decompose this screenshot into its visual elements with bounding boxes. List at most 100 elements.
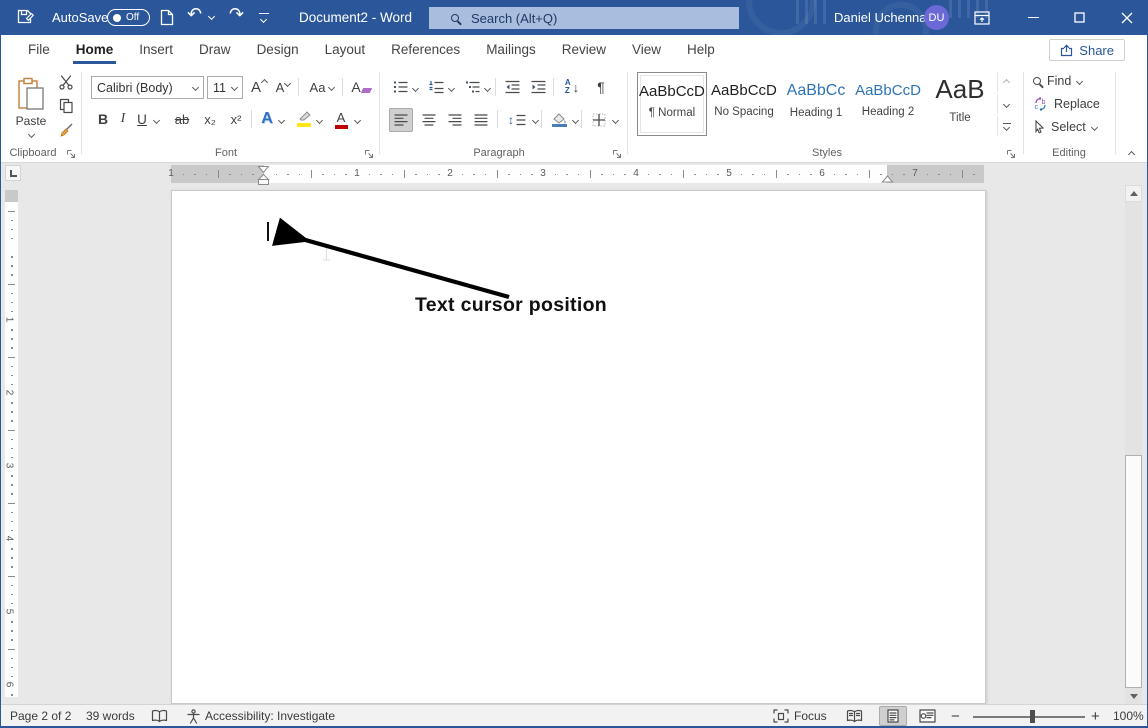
focus-button[interactable]: Focus (773, 705, 827, 727)
text-effects-button[interactable]: A (257, 108, 277, 130)
borders-button[interactable] (587, 108, 611, 132)
multilevel-dropdown-icon[interactable] (484, 85, 491, 92)
tab-view[interactable]: View (619, 35, 674, 64)
shading-button[interactable] (547, 108, 571, 132)
borders-dropdown-icon[interactable] (612, 117, 619, 124)
share-button[interactable]: Share (1049, 39, 1125, 61)
user-name[interactable]: Daniel Uchenna (834, 10, 927, 25)
sort-button[interactable]: A Z ↓ (559, 76, 585, 98)
horizontal-ruler[interactable]: 11234567 (1, 165, 1147, 183)
change-case-button[interactable]: Aa (304, 76, 340, 98)
minimize-button[interactable] (1011, 0, 1056, 35)
autosave-toggle[interactable]: Off (107, 9, 150, 26)
line-spacing-dropdown-icon[interactable] (532, 117, 539, 124)
font-color-dropdown-icon[interactable] (354, 117, 361, 124)
undo-dropdown-icon[interactable] (208, 13, 215, 20)
zoom-in-button[interactable]: + (1091, 705, 1100, 727)
grow-font-button[interactable]: A (248, 76, 270, 98)
accessibility-button[interactable]: Accessibility: Investigate (187, 705, 335, 727)
align-center-button[interactable] (417, 108, 441, 132)
tab-home[interactable]: Home (63, 35, 127, 64)
new-document-icon[interactable] (160, 9, 174, 26)
align-left-button[interactable] (389, 108, 413, 132)
font-dialog-launcher[interactable] (363, 148, 375, 160)
paste-button[interactable]: Paste (9, 70, 53, 144)
tab-mailings[interactable]: Mailings (473, 35, 549, 64)
select-button[interactable]: Select (1033, 118, 1097, 136)
tab-help[interactable]: Help (674, 35, 728, 64)
styles-gallery-more-button[interactable] (997, 116, 1015, 136)
print-layout-button[interactable] (879, 706, 907, 726)
vertical-ruler[interactable]: 123456 (4, 190, 19, 699)
numbering-button[interactable] (425, 76, 447, 98)
clipboard-dialog-launcher[interactable] (65, 148, 77, 160)
increase-indent-button[interactable] (527, 76, 549, 98)
style-card-heading1[interactable]: AaBbCc Heading 1 (781, 72, 851, 136)
page-indicator[interactable]: Page 2 of 2 (10, 705, 71, 727)
highlight-button[interactable] (293, 108, 315, 130)
read-mode-button[interactable] (846, 705, 863, 727)
styles-scroll-up-button[interactable] (997, 72, 1015, 92)
paragraph-dialog-launcher[interactable] (611, 148, 623, 160)
close-button[interactable] (1104, 0, 1148, 35)
proofing-status-button[interactable] (151, 705, 168, 727)
format-painter-button[interactable] (55, 120, 77, 140)
clear-formatting-button[interactable]: A (348, 76, 374, 98)
tab-review[interactable]: Review (549, 35, 619, 64)
align-right-button[interactable] (443, 108, 467, 132)
shrink-font-button[interactable]: A (272, 76, 294, 98)
style-card-normal[interactable]: AaBbCcDc ¶ Normal (637, 72, 707, 136)
font-color-button[interactable]: A (331, 108, 351, 130)
copy-button[interactable] (55, 96, 77, 116)
styles-dialog-launcher[interactable] (1005, 148, 1017, 160)
text-effects-dropdown-icon[interactable] (278, 117, 285, 124)
show-hide-pilcrow-button[interactable]: ¶ (591, 76, 611, 98)
maximize-button[interactable] (1057, 0, 1102, 35)
scrollbar-down-button[interactable] (1125, 688, 1142, 704)
avatar[interactable]: DU (924, 5, 949, 30)
zoom-slider-track[interactable] (973, 716, 1085, 718)
scrollbar-up-button[interactable] (1125, 185, 1142, 202)
more-commands-icon[interactable] (259, 13, 269, 14)
vertical-scrollbar-thumb[interactable] (1125, 455, 1142, 688)
redo-icon[interactable]: ↷ (229, 4, 244, 25)
zoom-slider-thumb[interactable] (1030, 710, 1035, 723)
save-icon[interactable] (16, 8, 34, 26)
style-card-no-spacing[interactable]: AaBbCcDc No Spacing (709, 72, 779, 136)
web-layout-button[interactable] (919, 705, 936, 727)
underline-dropdown-icon[interactable] (153, 117, 160, 124)
search-input[interactable]: Search (Alt+Q) (429, 7, 739, 29)
tab-insert[interactable]: Insert (126, 35, 186, 64)
font-name-combo[interactable]: Calibri (Body) (91, 76, 204, 99)
replace-button[interactable]: b c Replace (1033, 95, 1100, 113)
bullets-dropdown-icon[interactable] (412, 85, 419, 92)
justify-button[interactable] (469, 108, 493, 132)
indent-markers[interactable] (257, 165, 270, 187)
superscript-button[interactable]: x² (225, 108, 247, 130)
shading-dropdown-icon[interactable] (572, 117, 579, 124)
zoom-out-button[interactable]: − (951, 705, 960, 727)
numbering-dropdown-icon[interactable] (448, 85, 455, 92)
bold-button[interactable]: B (93, 108, 113, 130)
tab-layout[interactable]: Layout (312, 35, 379, 64)
style-card-title[interactable]: AaB Title (925, 72, 995, 136)
word-count[interactable]: 39 words (86, 705, 135, 727)
line-spacing-button[interactable]: ↕ (503, 108, 531, 132)
multilevel-list-button[interactable] (461, 76, 483, 98)
undo-icon[interactable]: ↶ (187, 4, 202, 25)
style-card-heading2[interactable]: AaBbCcD Heading 2 (853, 72, 923, 136)
underline-button[interactable]: U (133, 108, 151, 130)
zoom-level[interactable]: 100% (1113, 705, 1144, 727)
italic-button[interactable]: I (115, 108, 131, 130)
highlight-dropdown-icon[interactable] (316, 117, 323, 124)
cut-button[interactable] (55, 72, 77, 92)
more-commands-chevron-icon[interactable] (260, 16, 267, 23)
find-button[interactable]: Find (1033, 72, 1082, 90)
tab-draw[interactable]: Draw (186, 35, 244, 64)
tab-design[interactable]: Design (244, 35, 312, 64)
subscript-button[interactable]: x₂ (199, 108, 221, 130)
bullets-button[interactable] (389, 76, 411, 98)
tab-file[interactable]: File (15, 35, 63, 64)
tab-references[interactable]: References (378, 35, 473, 64)
ribbon-display-options-button[interactable] (959, 0, 1004, 35)
